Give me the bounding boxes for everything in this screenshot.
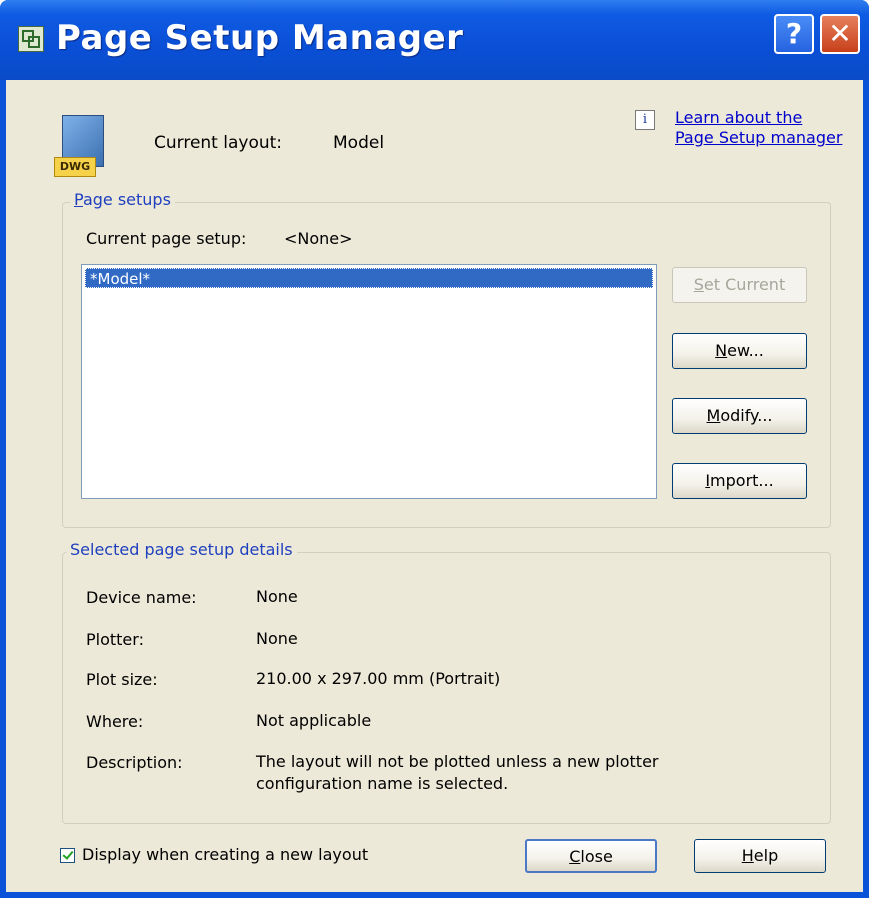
window-title: Page Setup Manager [56, 18, 464, 58]
new-button[interactable]: New... [672, 333, 807, 369]
description-value: The layout will not be plotted unless a … [256, 751, 659, 795]
close-button[interactable]: Close [525, 839, 657, 873]
import-button[interactable]: Import... [672, 463, 807, 499]
help-title-button[interactable]: ? [774, 14, 814, 54]
plot-size-value: 210.00 x 297.00 mm (Portrait) [256, 669, 501, 688]
details-group-label: Selected page setup details [66, 540, 297, 559]
dwg-badge: DWG [54, 157, 96, 177]
close-title-button[interactable]: ✕ [820, 14, 860, 54]
learn-link-line1[interactable]: Learn about the [675, 108, 802, 127]
current-layout-value: Model [333, 133, 385, 153]
current-page-setup-value: <None> [284, 229, 353, 248]
where-value: Not applicable [256, 711, 372, 730]
current-page-setup-label: Current page setup: [86, 229, 247, 248]
learn-about-link[interactable]: Learn about the Page Setup manager [675, 108, 842, 148]
page-setup-manager-window: Page Setup Manager ? ✕ DWG Current layou… [0, 0, 869, 898]
page-setups-group-label: Page setups [70, 190, 175, 209]
description-line1: The layout will not be plotted unless a … [256, 752, 659, 771]
device-name-value: None [256, 587, 298, 606]
device-name-label: Device name: [86, 588, 197, 607]
plotter-value: None [256, 629, 298, 648]
dwg-file-icon: DWG [54, 115, 106, 177]
page-setups-list[interactable]: *Model* [81, 264, 657, 499]
plot-size-label: Plot size: [86, 670, 158, 689]
description-line2: configuration name is selected. [256, 774, 509, 793]
set-current-button[interactable]: Set Current [672, 267, 807, 303]
learn-link-line2[interactable]: Page Setup manager [675, 128, 842, 147]
page-setup-icon [18, 26, 44, 52]
list-item[interactable]: *Model* [85, 268, 653, 288]
display-on-new-layout-label[interactable]: Display when creating a new layout [82, 845, 368, 864]
current-layout-label: Current layout: [154, 133, 283, 153]
display-on-new-layout-checkbox[interactable] [60, 848, 75, 863]
plotter-label: Plotter: [86, 630, 144, 649]
title-bar[interactable]: Page Setup Manager ? ✕ [0, 0, 869, 80]
info-icon: i [635, 110, 655, 130]
help-button[interactable]: Help [694, 839, 826, 873]
modify-button[interactable]: Modify... [672, 398, 807, 434]
where-label: Where: [86, 712, 144, 731]
dialog-body: DWG Current layout: Model i Learn about … [6, 80, 863, 892]
description-label: Description: [86, 753, 183, 772]
